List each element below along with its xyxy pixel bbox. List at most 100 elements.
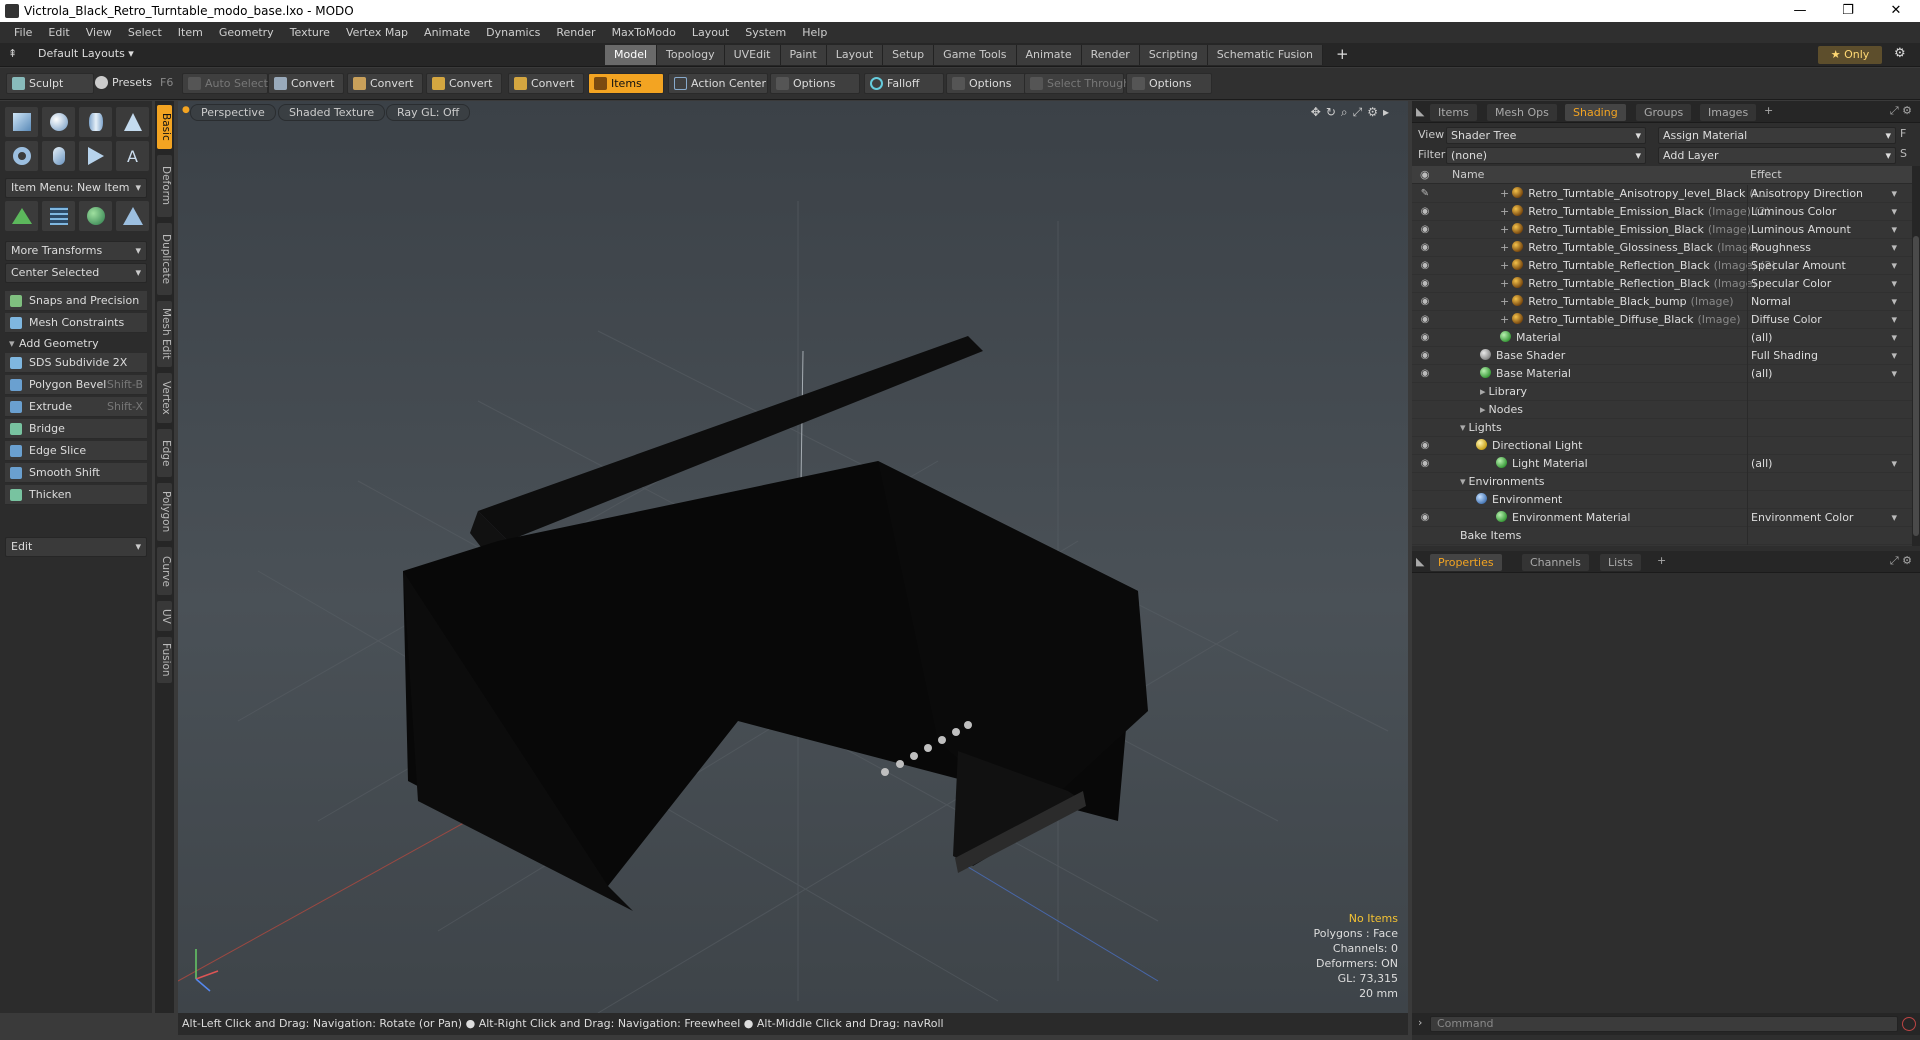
pen-icon[interactable] (79, 141, 112, 171)
more-transforms-dropdown[interactable]: More Transforms (5, 241, 147, 261)
visibility-eye-icon[interactable] (1419, 404, 1431, 416)
dropdown-arrow-icon[interactable]: ▾ (1891, 239, 1897, 257)
center-selected-dropdown[interactable]: Center Selected (5, 263, 147, 283)
tab-animate[interactable]: Animate (1016, 45, 1082, 65)
tab-uvedit[interactable]: UVEdit (724, 45, 781, 65)
menu-geometry[interactable]: Geometry (211, 26, 282, 39)
layer-effect[interactable]: (all) ▾ (1747, 329, 1897, 347)
gear-icon[interactable]: ⚙ (1894, 46, 1906, 61)
menu-texture[interactable]: Texture (282, 26, 338, 39)
expand-icon[interactable]: + (1500, 187, 1509, 200)
snaps-precision-button[interactable]: Snaps and Precision (5, 291, 147, 311)
tree-row[interactable]: ◉ + Retro_Turntable_Reflection_Black (Image… (1412, 275, 1912, 293)
visibility-eye-icon[interactable]: ◉ (1419, 350, 1431, 362)
layer-effect[interactable]: Full Shading ▾ (1747, 347, 1897, 365)
auto-select-button[interactable]: Auto Select (182, 73, 268, 94)
dropdown-arrow-icon[interactable]: ▾ (1891, 221, 1897, 239)
layer-effect[interactable] (1747, 419, 1897, 437)
vtab-edge[interactable]: Edge (157, 429, 172, 477)
visibility-eye-icon[interactable]: ◉ (1419, 332, 1431, 344)
tool-thicken[interactable]: Thicken (5, 485, 147, 505)
command-input[interactable]: Command (1430, 1016, 1898, 1032)
visibility-eye-icon[interactable] (1419, 476, 1431, 488)
cylinder-icon[interactable] (79, 107, 112, 137)
folder-icon[interactable]: ▸ (1480, 403, 1486, 416)
dropdown-arrow-icon[interactable]: ▾ (1891, 275, 1897, 293)
layer-effect[interactable]: Specular Color ▾ (1747, 275, 1897, 293)
dropdown-arrow-icon[interactable]: ▾ (1891, 365, 1897, 383)
tab-layout[interactable]: Layout (826, 45, 884, 65)
tab-mesh-ops[interactable]: Mesh Ops (1487, 104, 1557, 121)
panel-options-icon[interactable]: ⤢ ⚙ (1890, 554, 1912, 568)
falloff-button[interactable]: Falloff (864, 73, 944, 94)
layer-effect[interactable] (1747, 491, 1897, 509)
dropdown-arrow-icon[interactable]: ▾ (1891, 203, 1897, 221)
visibility-eye-icon[interactable] (1419, 530, 1431, 542)
collapse-icon[interactable]: ▾ (1460, 421, 1466, 434)
vtab-deform[interactable]: Deform (157, 155, 172, 217)
layer-effect[interactable] (1747, 527, 1897, 545)
tree-row[interactable]: ◉ Base Material (all) ▾ (1412, 365, 1912, 383)
layer-effect[interactable] (1747, 437, 1897, 455)
tree-row[interactable]: ◉ Directional Light (1412, 437, 1912, 455)
convert-vertex-button[interactable]: Convert (268, 73, 344, 94)
raygl-button[interactable]: Ray GL: Off (386, 104, 471, 121)
tool-smooth-shift[interactable]: Smooth Shift (5, 463, 147, 483)
vtab-duplicate[interactable]: Duplicate (157, 223, 172, 295)
text-tool-icon[interactable]: A (116, 141, 149, 171)
visibility-eye-icon[interactable] (1419, 494, 1431, 506)
tab-topology[interactable]: Topology (657, 45, 725, 65)
tab-channels[interactable]: Channels (1522, 554, 1589, 571)
tab-model[interactable]: Model (605, 45, 658, 65)
tree-row[interactable]: Environment (1412, 491, 1912, 509)
rotate-icon[interactable] (79, 201, 112, 231)
menu-animate[interactable]: Animate (416, 26, 478, 39)
convert-edge-button[interactable]: Convert (347, 73, 423, 94)
tree-row[interactable]: ◉ + Retro_Turntable_Diffuse_Black (Image) Di… (1412, 311, 1912, 329)
menu-layout[interactable]: Layout (684, 26, 737, 39)
pencil-icon[interactable]: ✎ (1419, 188, 1431, 200)
menu-render[interactable]: Render (548, 26, 603, 39)
tree-row[interactable]: ▸ Nodes (1412, 401, 1912, 419)
layer-effect[interactable]: (all) ▾ (1747, 365, 1897, 383)
add-layer-dropdown[interactable]: Add Layer (1658, 147, 1896, 164)
layer-effect[interactable]: Normal ▾ (1747, 293, 1897, 311)
layer-effect[interactable]: Specular Amount ▾ (1747, 257, 1897, 275)
name-column-header[interactable]: Name (1452, 166, 1484, 184)
add-tab-button[interactable]: + (1336, 45, 1349, 63)
menu-help[interactable]: Help (794, 26, 835, 39)
layer-effect[interactable]: Diffuse Color ▾ (1747, 311, 1897, 329)
menu-item[interactable]: Item (170, 26, 211, 39)
convert-material-button[interactable]: Convert (508, 73, 584, 94)
item-menu-dropdown[interactable]: Item Menu: New Item (5, 178, 147, 198)
options-button-1[interactable]: Options (770, 73, 860, 94)
f-button[interactable]: F (1900, 127, 1906, 140)
tree-row[interactable]: ✎ + Retro_Turntable_Anisotropy_level_Black… (1412, 185, 1912, 203)
record-icon[interactable] (1902, 1017, 1916, 1031)
grid-icon[interactable] (42, 201, 75, 231)
mesh-constraints-button[interactable]: Mesh Constraints (5, 313, 147, 333)
dropdown-arrow-icon[interactable]: ▾ (1891, 455, 1897, 473)
restore-button[interactable]: ❐ (1828, 0, 1868, 22)
visibility-eye-icon[interactable]: ◉ (1419, 314, 1431, 326)
torus-icon[interactable] (5, 141, 38, 171)
vtab-uv[interactable]: UV (157, 601, 172, 631)
expand-icon[interactable]: + (1500, 259, 1509, 272)
filter-dropdown[interactable]: (none) (1446, 147, 1646, 164)
layer-effect[interactable]: (all) ▾ (1747, 455, 1897, 473)
capsule-icon[interactable] (42, 141, 75, 171)
tree-row[interactable]: ◉ + Retro_Turntable_Black_bump (Image) Norma… (1412, 293, 1912, 311)
tree-row[interactable]: Bake Items (1412, 527, 1912, 545)
sculpt-button[interactable]: Sculpt (6, 73, 94, 94)
tree-row[interactable]: ◉ + Retro_Turntable_Reflection_Black (Image… (1412, 257, 1912, 275)
visibility-eye-icon[interactable]: ◉ (1419, 368, 1431, 380)
visibility-eye-icon[interactable]: ◉ (1419, 512, 1431, 524)
dropdown-arrow-icon[interactable]: ▾ (1891, 311, 1897, 329)
visibility-eye-icon[interactable]: ◉ (1419, 242, 1431, 254)
tree-row[interactable]: ◉ Base Shader Full Shading ▾ (1412, 347, 1912, 365)
visibility-eye-icon[interactable]: ◉ (1419, 206, 1431, 218)
expand-icon[interactable]: + (1500, 241, 1509, 254)
folder-icon[interactable]: ▸ (1480, 385, 1486, 398)
layer-effect[interactable]: Luminous Color ▾ (1747, 203, 1897, 221)
close-button[interactable]: ✕ (1876, 0, 1916, 22)
